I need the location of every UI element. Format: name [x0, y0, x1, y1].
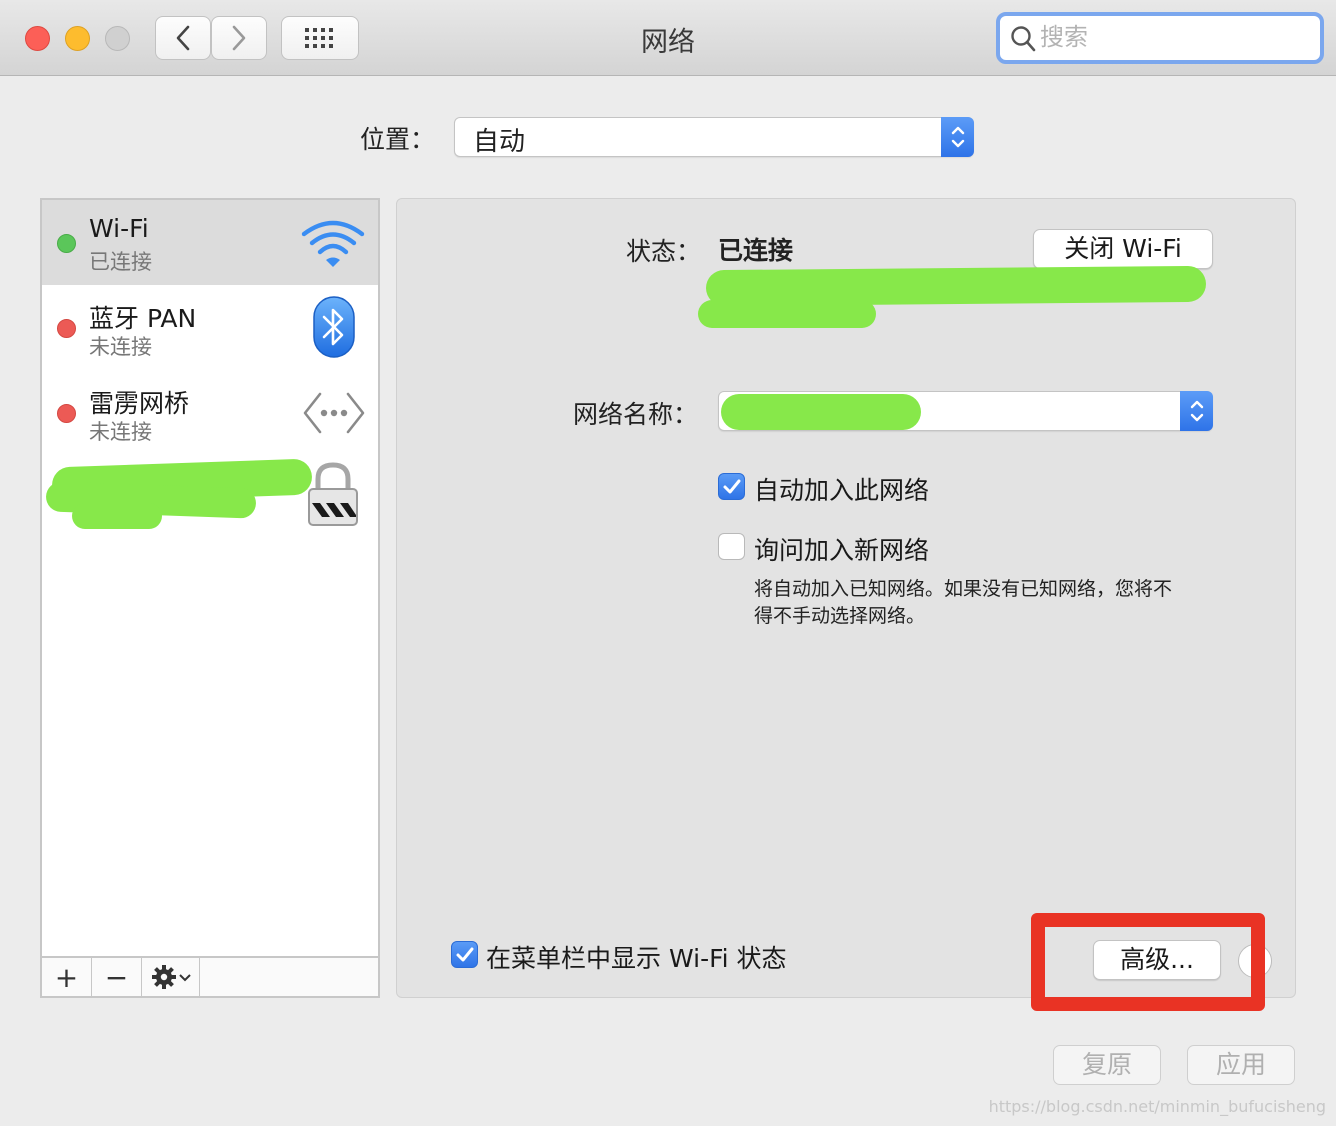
service-item-wifi[interactable]: Wi-Fi 已连接 — [42, 200, 378, 285]
back-button[interactable] — [155, 16, 211, 60]
show-in-menubar-checkbox[interactable] — [451, 941, 478, 968]
service-item-thunderbolt-bridge[interactable]: 雷雳网桥 未连接 — [42, 370, 378, 455]
network-name-label: 网络名称： — [573, 400, 699, 429]
apply-button[interactable]: 应用 — [1187, 1045, 1295, 1085]
status-dot-disconnected — [57, 319, 76, 338]
add-service-button[interactable]: + — [42, 958, 92, 996]
search-input[interactable] — [1040, 22, 1310, 52]
ask-join-note: 将自动加入已知网络。如果没有已知网络，您将不 得不手动选择网络。 — [754, 576, 1172, 630]
ask-join-label[interactable]: 询问加入新网络 — [754, 531, 929, 567]
annotation-highlight-box — [1031, 913, 1265, 1011]
redaction-mark — [72, 503, 162, 529]
checkmark-icon — [723, 479, 741, 494]
grid-icon — [305, 28, 333, 48]
show-in-menubar-label[interactable]: 在菜单栏中显示 Wi-Fi 状态 — [486, 939, 787, 975]
service-name: 雷雳网桥 — [89, 389, 190, 418]
action-menu-button[interactable] — [142, 958, 200, 996]
chevron-right-icon — [232, 25, 246, 51]
location-label: 位置： — [360, 125, 436, 154]
note-line: 得不手动选择网络。 — [754, 605, 926, 627]
thunderbolt-bridge-icon — [303, 392, 365, 434]
remove-service-button[interactable]: − — [92, 958, 142, 996]
status-dot-disconnected — [57, 404, 76, 423]
auto-join-checkbox[interactable] — [718, 473, 745, 500]
window-title: 网络 — [641, 27, 695, 58]
location-popup[interactable]: 自动 — [454, 117, 974, 157]
chevron-down-icon — [178, 974, 191, 982]
service-item-vpn[interactable] — [42, 455, 378, 545]
service-item-bluetooth-pan[interactable]: 蓝牙 PAN 未连接 — [42, 285, 378, 370]
service-status: 未连接 — [89, 335, 152, 359]
redaction-mark — [721, 394, 921, 430]
forward-button[interactable] — [211, 16, 267, 60]
status-value: 已连接 — [718, 236, 794, 265]
service-status: 未连接 — [89, 420, 152, 444]
redaction-mark — [698, 300, 876, 328]
show-all-button[interactable] — [281, 16, 359, 60]
auto-join-label[interactable]: 自动加入此网络 — [754, 471, 929, 507]
popup-arrows-icon — [1180, 391, 1213, 431]
location-value: 自动 — [473, 127, 526, 157]
close-window-button[interactable] — [25, 26, 50, 51]
bluetooth-icon — [313, 296, 355, 358]
turn-off-wifi-button[interactable]: 关闭 Wi-Fi — [1033, 229, 1213, 269]
service-list: Wi-Fi 已连接 蓝牙 PAN 未连接 雷雳网桥 未连接 + − — [40, 198, 380, 998]
service-name: 蓝牙 PAN — [89, 304, 197, 333]
minimize-window-button[interactable] — [65, 26, 90, 51]
network-name-popup[interactable] — [718, 391, 1213, 431]
revert-button[interactable]: 复原 — [1053, 1045, 1161, 1085]
service-name: Wi-Fi — [89, 214, 149, 243]
chevron-left-icon — [176, 25, 190, 51]
wifi-icon — [301, 220, 365, 267]
zoom-window-button[interactable] — [105, 26, 130, 51]
status-dot-connected — [57, 234, 76, 253]
title-bar: 网络 — [0, 0, 1336, 76]
service-list-toolbar: + − — [42, 956, 378, 996]
search-icon — [1011, 26, 1036, 52]
checkmark-icon — [456, 947, 474, 962]
ask-join-checkbox[interactable] — [718, 533, 745, 560]
status-label: 状态： — [626, 237, 702, 266]
service-status: 已连接 — [89, 250, 152, 274]
gear-icon — [151, 965, 176, 989]
popup-arrows-icon — [941, 117, 974, 157]
lock-icon — [308, 462, 358, 526]
watermark: https://blog.csdn.net/minmin_bufucisheng — [988, 1097, 1326, 1116]
note-line: 将自动加入已知网络。如果没有已知网络，您将不 — [754, 578, 1173, 600]
search-field[interactable] — [996, 12, 1324, 64]
